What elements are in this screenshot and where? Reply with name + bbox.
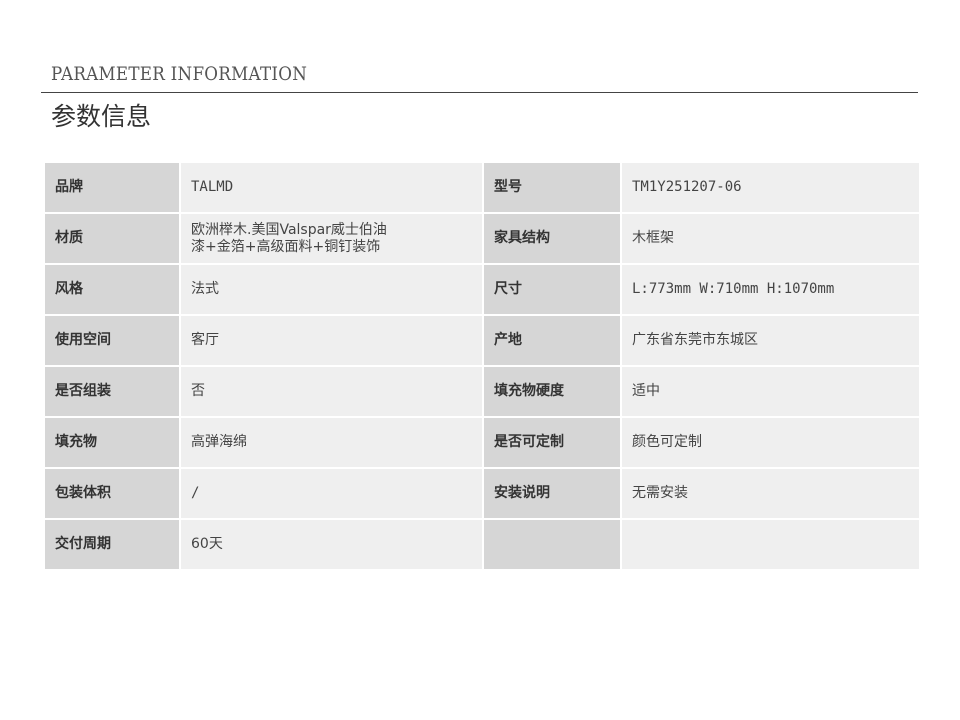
- table-row: 交付周期 60天: [45, 520, 919, 569]
- material-value-line1: 欧洲榉木.美国Valspar威士伯油: [191, 221, 387, 238]
- delivery-label: 交付周期: [45, 520, 179, 569]
- model-value: TM1Y251207-06: [622, 163, 919, 212]
- install-value: 无需安装: [622, 469, 919, 518]
- size-label: 尺寸: [484, 265, 620, 314]
- package-value: /: [181, 469, 482, 518]
- table-row: 品牌 TALMD 型号 TM1Y251207-06: [45, 163, 919, 212]
- table-row: 使用空间 客厅 产地 广东省东莞市东城区: [45, 316, 919, 365]
- header-title-en: PARAMETER INFORMATION: [51, 63, 308, 85]
- brand-value: TALMD: [181, 163, 482, 212]
- hardness-label: 填充物硬度: [484, 367, 620, 416]
- model-label: 型号: [484, 163, 620, 212]
- empty-label-cell: [484, 520, 620, 569]
- table-row: 包装体积 / 安装说明 无需安装: [45, 469, 919, 518]
- install-label: 安装说明: [484, 469, 620, 518]
- brand-label: 品牌: [45, 163, 179, 212]
- header-title-cn: 参数信息: [51, 102, 152, 131]
- material-label: 材质: [45, 214, 179, 263]
- header-divider: [41, 92, 918, 93]
- material-value-line2: 漆+金箔+高级面料+铜钉装饰: [191, 238, 381, 255]
- delivery-value: 60天: [181, 520, 482, 569]
- space-value: 客厅: [181, 316, 482, 365]
- parameter-table: 品牌 TALMD 型号 TM1Y251207-06 材质 欧洲榉木.美国Vals…: [43, 161, 921, 571]
- custom-label: 是否可定制: [484, 418, 620, 467]
- assembly-label: 是否组装: [45, 367, 179, 416]
- style-value: 法式: [181, 265, 482, 314]
- size-value: L:773mm W:710mm H:1070mm: [622, 265, 919, 314]
- structure-label: 家具结构: [484, 214, 620, 263]
- package-label: 包装体积: [45, 469, 179, 518]
- table-row: 是否组装 否 填充物硬度 适中: [45, 367, 919, 416]
- filling-label: 填充物: [45, 418, 179, 467]
- structure-value: 木框架: [622, 214, 919, 263]
- filling-value: 高弹海绵: [181, 418, 482, 467]
- table-row: 风格 法式 尺寸 L:773mm W:710mm H:1070mm: [45, 265, 919, 314]
- assembly-value: 否: [181, 367, 482, 416]
- empty-value-cell: [622, 520, 919, 569]
- table-row: 材质 欧洲榉木.美国Valspar威士伯油 漆+金箔+高级面料+铜钉装饰 家具结构…: [45, 214, 919, 263]
- style-label: 风格: [45, 265, 179, 314]
- origin-value: 广东省东莞市东城区: [622, 316, 919, 365]
- hardness-value: 适中: [622, 367, 919, 416]
- table-row: 填充物 高弹海绵 是否可定制 颜色可定制: [45, 418, 919, 467]
- origin-label: 产地: [484, 316, 620, 365]
- space-label: 使用空间: [45, 316, 179, 365]
- custom-value: 颜色可定制: [622, 418, 919, 467]
- material-value: 欧洲榉木.美国Valspar威士伯油 漆+金箔+高级面料+铜钉装饰: [181, 214, 482, 263]
